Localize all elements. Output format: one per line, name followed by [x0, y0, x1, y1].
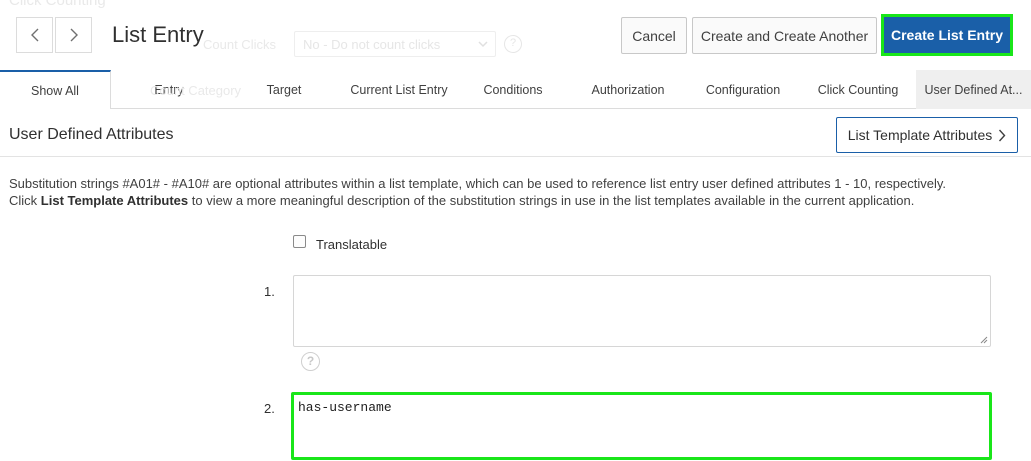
previous-button[interactable] [16, 17, 53, 53]
create-and-create-another-button[interactable]: Create and Create Another [692, 17, 877, 54]
translatable-label: Translatable [316, 237, 388, 252]
attribute-2-label: 2. [264, 401, 275, 416]
page-title: List Entry [112, 22, 204, 47]
chevron-down-icon [478, 41, 488, 48]
ghost-count-clicks-value: No - Do not count clicks [303, 37, 441, 52]
tab-authorization[interactable]: Authorization [583, 70, 673, 109]
translatable-checkbox[interactable] [293, 235, 306, 248]
attribute-2-value: has-username [298, 400, 392, 415]
attribute-2-textarea[interactable]: has-username [291, 392, 992, 460]
description-line-2-pre: Click [9, 193, 41, 208]
description-line-2-post: to view a more meaningful description of… [188, 193, 915, 208]
ghost-count-clicks-label: Count Clicks [203, 37, 276, 52]
chevron-right-icon [70, 28, 78, 42]
description-line-2-link-text: List Template Attributes [40, 193, 189, 208]
tab-configuration[interactable]: Configuration [697, 70, 789, 109]
tab-current-list-entry[interactable]: Current List Entry [340, 70, 458, 109]
chevron-right-icon [999, 129, 1006, 141]
tab-target[interactable]: Target [253, 70, 315, 109]
next-button[interactable] [55, 17, 92, 53]
ghost-count-category-label: Count Category [150, 83, 242, 98]
section-title: User Defined Attributes [9, 126, 174, 143]
list-template-attributes-label: List Template Attributes [847, 127, 993, 143]
ghost-count-clicks-select: No - Do not count clicks [294, 31, 496, 57]
tab-show-all[interactable]: Show All [0, 70, 111, 109]
tab-click-counting[interactable]: Click Counting [811, 70, 905, 109]
ghost-help-icon: ? [504, 35, 522, 53]
cancel-button[interactable]: Cancel [621, 17, 687, 54]
tab-conditions[interactable]: Conditions [474, 70, 552, 109]
resize-handle-icon[interactable] [980, 336, 988, 344]
create-list-entry-button[interactable]: Create List Entry [881, 14, 1013, 56]
section-divider [0, 156, 1031, 157]
help-icon[interactable]: ? [301, 352, 320, 371]
list-template-attributes-button[interactable]: List Template Attributes [836, 117, 1018, 153]
attribute-1-textarea[interactable] [293, 275, 991, 347]
ghost-section-heading: Click Counting [9, 0, 106, 9]
chevron-left-icon [30, 28, 38, 42]
attribute-1-label: 1. [264, 284, 275, 299]
section-description: Substitution strings #A01# - #A10# are o… [9, 175, 1019, 209]
description-line-1: Substitution strings #A01# - #A10# are o… [9, 176, 946, 191]
tab-user-defined-attributes[interactable]: User Defined At... [916, 70, 1031, 109]
